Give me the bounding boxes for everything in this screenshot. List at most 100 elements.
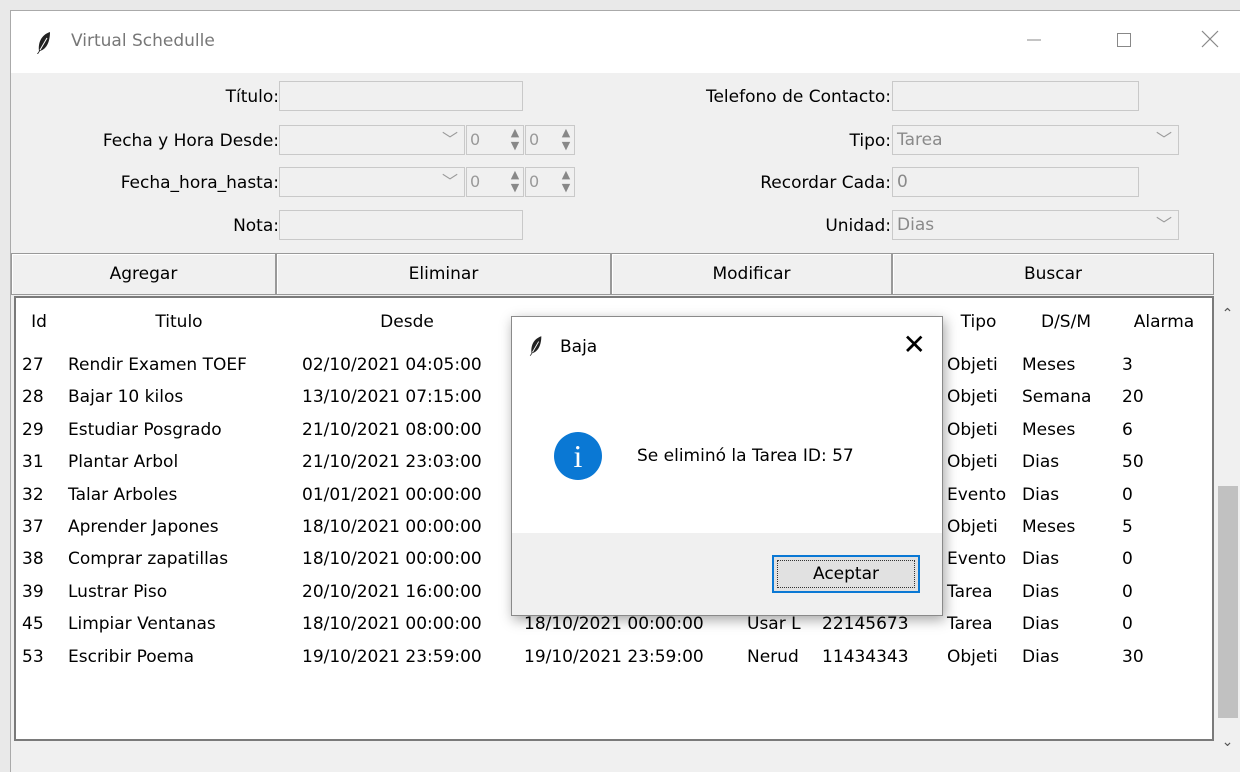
table-cell: Meses — [1022, 517, 1076, 537]
vertical-scrollbar[interactable]: ⌃ ⌄ — [1214, 296, 1240, 771]
baja-dialog: Baja ✕ i Se eliminó la Tarea ID: 57 Acep… — [511, 316, 943, 616]
table-cell: 19/10/2021 23:59:00 — [302, 646, 482, 667]
table-cell: 39 — [22, 581, 44, 602]
table-cell: 18/10/2021 00:00:00 — [302, 549, 482, 570]
feather-icon — [35, 31, 53, 60]
close-icon[interactable]: ✕ — [903, 327, 926, 363]
table-cell: Objeti — [947, 419, 998, 440]
table-cell: Nerud — [747, 646, 799, 667]
agregar-button[interactable]: Agregar — [11, 253, 276, 295]
spin-arrows-icon[interactable]: ▲ ▼ — [560, 168, 572, 194]
desde-label: Fecha y Hora Desde: — [102, 131, 279, 151]
titulo-input[interactable] — [279, 81, 523, 111]
hasta-hour-spinbox[interactable]: 0 ▲ ▼ — [466, 167, 524, 197]
eliminar-button[interactable]: Eliminar — [276, 253, 611, 295]
desde-hour-spinbox[interactable]: 0 ▲ ▼ — [466, 125, 524, 155]
close-icon — [1201, 30, 1219, 48]
table-cell: Escribir Poema — [68, 646, 195, 667]
dialog-message: Se eliminó la Tarea ID: 57 — [637, 446, 854, 466]
table-cell: 18/10/2021 00:00:00 — [302, 517, 482, 537]
spinbox-value: 0 — [529, 130, 540, 149]
tipo-combobox[interactable]: Tarea ﹀ — [892, 125, 1179, 155]
close-button[interactable] — [1187, 25, 1233, 59]
scroll-down-icon[interactable]: ⌄ — [1214, 734, 1240, 750]
spin-arrows-icon[interactable]: ▲ ▼ — [560, 126, 572, 152]
hasta-min-spinbox[interactable]: 0 ▲ ▼ — [525, 167, 575, 197]
desde-date-combobox[interactable]: ﹀ — [279, 125, 465, 155]
column-header[interactable]: Id — [16, 298, 63, 346]
table-cell: 02/10/2021 04:05:00 — [302, 355, 482, 375]
recordar-label: Recordar Cada: — [760, 173, 891, 193]
table-cell: 28 — [22, 387, 44, 408]
buscar-button[interactable]: Buscar — [892, 253, 1214, 295]
dialog-title: Baja — [560, 337, 598, 357]
column-header[interactable]: Alarma — [1116, 298, 1212, 346]
column-header[interactable]: Desde — [296, 298, 519, 346]
desde-min-spinbox[interactable]: 0 ▲ ▼ — [525, 125, 575, 155]
table-cell: 5 — [1122, 517, 1133, 537]
table-row[interactable]: 53 Escribir Poema 19/10/2021 23:59:00 19/10… — [16, 641, 1212, 673]
telefono-input[interactable] — [892, 81, 1139, 111]
nota-input[interactable] — [279, 210, 523, 240]
spin-arrows-icon[interactable]: ▲ ▼ — [509, 168, 521, 194]
table-cell: Dias — [1022, 484, 1060, 505]
table-cell: 38 — [22, 549, 44, 570]
table-cell: Bajar 10 kilos — [68, 387, 184, 408]
titulo-label: Título: — [225, 87, 279, 107]
table-cell: Evento — [947, 484, 1007, 505]
table-cell: Limpiar Ventanas — [68, 614, 216, 635]
window-title: Virtual Schedulle — [71, 31, 215, 51]
table-cell: 32 — [22, 484, 44, 505]
main-window: Virtual Schedulle Título: Telefono de Co… — [10, 10, 1240, 772]
table-cell: Objeti — [947, 646, 998, 667]
chevron-down-icon: ﹀ — [1155, 130, 1172, 149]
hasta-date-combobox[interactable]: ﹀ — [279, 167, 465, 197]
scroll-up-icon[interactable]: ⌃ — [1214, 306, 1240, 322]
table-cell: 37 — [22, 517, 44, 537]
chevron-down-icon: ﹀ — [1155, 215, 1172, 234]
recordar-input[interactable]: 0 — [892, 167, 1139, 197]
table-cell: Aprender Japones — [68, 517, 219, 537]
table-cell: 45 — [22, 614, 44, 635]
table-cell: 0 — [1122, 614, 1133, 635]
maximize-button[interactable] — [1101, 25, 1147, 59]
table-cell: Dias — [1022, 614, 1060, 635]
feather-icon — [528, 335, 544, 362]
table-cell: 31 — [22, 452, 44, 473]
tipo-label: Tipo: — [849, 131, 891, 151]
telefono-label: Telefono de Contacto: — [705, 87, 891, 107]
table-cell: Objeti — [947, 355, 998, 375]
table-cell: 6 — [1122, 419, 1133, 440]
nota-label: Nota: — [233, 216, 279, 236]
column-header[interactable]: D/S/M — [1016, 298, 1117, 346]
table-cell: Meses — [1022, 419, 1076, 440]
spinbox-value: 0 — [470, 130, 481, 149]
info-icon: i — [554, 432, 602, 480]
dialog-footer: Aceptar — [512, 533, 942, 615]
aceptar-button[interactable]: Aceptar — [772, 555, 920, 593]
table-cell: 19/10/2021 23:59:00 — [524, 646, 704, 667]
spin-arrows-icon[interactable]: ▲ ▼ — [509, 126, 521, 152]
table-cell: 18/10/2021 00:00:00 — [302, 614, 482, 635]
table-cell: 20 — [1122, 387, 1144, 408]
table-cell: 13/10/2021 07:15:00 — [302, 387, 482, 408]
minimize-button[interactable] — [1011, 25, 1057, 59]
table-cell: Tarea — [947, 614, 993, 635]
table-cell: 3 — [1122, 355, 1133, 375]
scrollbar-thumb[interactable] — [1218, 486, 1238, 718]
table-cell: Objeti — [947, 452, 998, 473]
hasta-label: Fecha_hora_hasta: — [120, 173, 279, 193]
column-header[interactable]: Tipo — [941, 298, 1017, 346]
table-cell: 29 — [22, 419, 44, 440]
unidad-combobox[interactable]: Dias ﹀ — [892, 210, 1179, 240]
table-cell: 0 — [1122, 549, 1133, 570]
modificar-button[interactable]: Modificar — [611, 253, 892, 295]
table-cell: Comprar zapatillas — [68, 549, 229, 570]
minimize-icon — [1027, 39, 1041, 41]
table-cell: 27 — [22, 355, 44, 375]
title-bar[interactable]: Virtual Schedulle — [11, 11, 1240, 73]
table-cell: Plantar Arbol — [68, 452, 179, 473]
chevron-down-icon: ﹀ — [441, 172, 458, 191]
table-cell: 53 — [22, 646, 44, 667]
column-header[interactable]: Titulo — [62, 298, 297, 346]
